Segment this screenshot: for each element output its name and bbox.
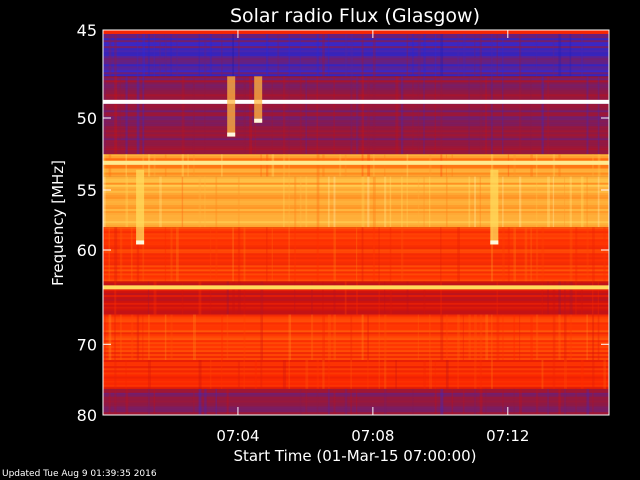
radio-burst [254,76,263,123]
radio-burst [136,169,145,245]
y-tick-label: 55 [77,181,97,200]
radio-burst [490,169,499,245]
y-tick-label: 50 [77,109,97,128]
plot-area [103,30,609,415]
x-tick-label: 07:04 [216,427,259,445]
interference-line [103,285,609,290]
x-axis-label: Start Time (01-Mar-15 07:00:00) [233,447,476,465]
radio-burst [227,76,236,137]
chart-title: Solar radio Flux (Glasgow) [230,5,480,27]
y-axis-label: Frequency [MHz] [49,160,67,286]
y-tick-label: 70 [77,335,97,354]
interference-line [103,160,609,165]
spectrogram-chart: Solar radio Flux (Glasgow) 455055607080 … [49,5,610,465]
interference-line [103,30,609,34]
y-tick-label: 80 [77,406,97,425]
x-tick-label: 07:12 [486,427,529,445]
x-tick-label: 07:08 [351,427,394,445]
updated-timestamp: Updated Tue Aug 9 01:39:35 2016 [2,469,157,479]
y-tick-label: 60 [77,241,97,260]
interference-line [103,99,609,104]
y-tick-label: 45 [77,21,97,40]
